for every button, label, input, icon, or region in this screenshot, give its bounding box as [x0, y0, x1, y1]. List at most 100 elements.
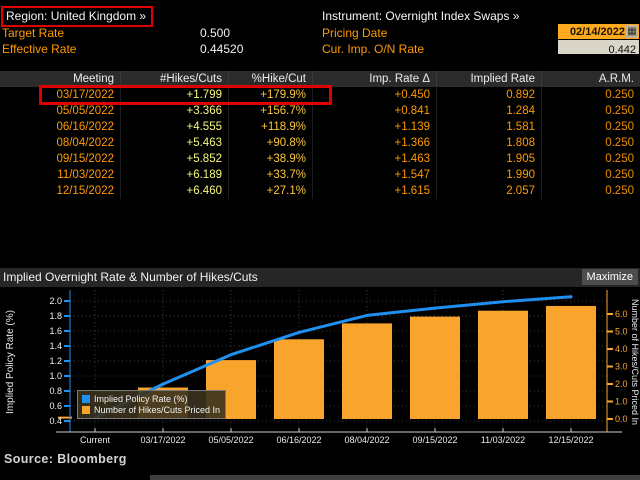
svg-text:2.0: 2.0	[615, 379, 628, 389]
svg-text:0.4: 0.4	[49, 416, 62, 426]
cell: +27.1%	[228, 183, 312, 199]
column-header-4: Implied Rate	[436, 71, 541, 87]
cell: 0.250	[541, 183, 640, 199]
table-row-12/15/2022[interactable]: 12/15/2022 +6.460 +27.1% +1.615 2.057 0.250	[0, 183, 640, 199]
effective-rate-value: 0.44520	[200, 42, 244, 56]
cell: 11/03/2022	[57, 169, 114, 181]
svg-text:05/05/2022: 05/05/2022	[208, 435, 253, 445]
svg-text:03/17/2022: 03/17/2022	[140, 435, 185, 445]
svg-text:Number of Hikes/Cuts Priced In: Number of Hikes/Cuts Priced In	[630, 299, 640, 425]
svg-text:5.0: 5.0	[615, 327, 628, 337]
cell: +1.366	[312, 135, 436, 151]
table-header-row: Meeting #Hikes/Cuts %Hike/Cut Imp. Rate Δ Im…	[0, 71, 640, 87]
cell: 05/05/2022	[56, 105, 114, 117]
cell: 0.250	[541, 103, 640, 119]
legend-swatch	[82, 405, 90, 414]
cell: 2.057	[436, 183, 541, 199]
svg-text:Current: Current	[80, 435, 111, 445]
cell: +1.139	[312, 119, 436, 135]
svg-text:2.0: 2.0	[49, 296, 62, 306]
cell: 0.250	[541, 135, 640, 151]
cell: +90.8%	[228, 135, 312, 151]
cell: +3.366	[120, 103, 228, 119]
cell: +0.841	[312, 103, 436, 119]
column-header-2: %Hike/Cut	[228, 71, 312, 87]
svg-text:6.0: 6.0	[615, 309, 628, 319]
bloomberg-wirp-screen: Region: United Kingdom » Instrument: Ove…	[0, 0, 640, 480]
instrument-selector[interactable]: Instrument: Overnight Index Swaps »	[322, 9, 519, 23]
cell: 03/17/2022	[56, 89, 114, 101]
cur-imp-rate-input[interactable]	[558, 43, 639, 57]
cell: 1.284	[436, 103, 541, 119]
calendar-icon[interactable]: ▦	[626, 25, 638, 38]
column-header-1: #Hikes/Cuts	[120, 71, 228, 87]
svg-text:09/15/2022: 09/15/2022	[412, 435, 457, 445]
cell: 09/15/2022	[56, 153, 114, 165]
table-row-05/05/2022[interactable]: 05/05/2022 +3.366 +156.7% +0.841 1.284 0.250	[0, 103, 640, 119]
svg-text:06/16/2022: 06/16/2022	[276, 435, 321, 445]
cell: +33.7%	[228, 167, 312, 183]
svg-text:1.4: 1.4	[49, 341, 62, 351]
legend-item: Implied Policy Rate (%)	[82, 393, 220, 404]
maximize-button[interactable]: Maximize	[581, 269, 638, 285]
cell: 06/16/2022	[56, 121, 114, 133]
chart-legend: Implied Policy Rate (%) Number of Hikes/C…	[77, 390, 227, 419]
svg-text:4.0: 4.0	[615, 344, 628, 354]
cell: +5.852	[120, 151, 228, 167]
svg-text:1.0: 1.0	[615, 397, 628, 407]
region-selector[interactable]: Region: United Kingdom »	[1, 6, 154, 27]
legend-label: Implied Policy Rate (%)	[94, 393, 188, 404]
table-row-08/04/2022[interactable]: 08/04/2022 +5.463 +90.8% +1.366 1.808 0.250	[0, 135, 640, 151]
table-row-03/17/2022[interactable]: 03/17/2022 +1.799 +179.9% +0.450 0.892 0.250	[0, 87, 640, 103]
cell: +1.615	[312, 183, 436, 199]
pricing-date-input[interactable]	[558, 25, 626, 38]
cur-imp-rate-label: Cur. Imp. O/N Rate	[322, 42, 425, 56]
cell: +5.463	[120, 135, 228, 151]
legend-label: Number of Hikes/Cuts Priced In	[94, 404, 221, 415]
cell: +118.9%	[228, 119, 312, 135]
cell: 08/04/2022	[56, 137, 114, 149]
cell: 1.581	[436, 119, 541, 135]
svg-text:11/03/2022: 11/03/2022	[481, 435, 525, 445]
column-header-0: Meeting	[73, 73, 114, 85]
table-row-11/03/2022[interactable]: 11/03/2022 +6.189 +33.7% +1.547 1.990 0.250	[0, 167, 640, 183]
svg-text:0.6: 0.6	[49, 401, 62, 411]
cell: +1.463	[312, 151, 436, 167]
svg-text:1.0: 1.0	[49, 371, 62, 381]
svg-text:12/15/2022: 12/15/2022	[548, 435, 593, 445]
legend-swatch	[82, 394, 90, 403]
svg-text:0.0: 0.0	[615, 414, 628, 424]
bottom-divider	[150, 475, 640, 480]
cell: 0.250	[541, 151, 640, 167]
cell: +38.9%	[228, 151, 312, 167]
cell: +6.189	[120, 167, 228, 183]
cell: +0.450	[312, 87, 436, 103]
cell: 0.250	[541, 87, 640, 103]
table-row-09/15/2022[interactable]: 09/15/2022 +5.852 +38.9% +1.463 1.905 0.250	[0, 151, 640, 167]
target-rate-label: Target Rate	[2, 26, 65, 40]
source-attribution: Source: Bloomberg	[4, 452, 127, 466]
legend-item: Number of Hikes/Cuts Priced In	[82, 404, 220, 415]
cell: 1.990	[436, 167, 541, 183]
svg-text:08/04/2022: 08/04/2022	[344, 435, 389, 445]
svg-text:1.2: 1.2	[49, 356, 62, 366]
cell: +156.7%	[228, 103, 312, 119]
pricing-date-field[interactable]: ▦	[558, 24, 639, 39]
table-row-06/16/2022[interactable]: 06/16/2022 +4.555 +118.9% +1.139 1.581 0.250	[0, 119, 640, 135]
cell: 0.250	[541, 119, 640, 135]
cell: +179.9%	[228, 87, 312, 103]
cell: 1.905	[436, 151, 541, 167]
column-header-5: A.R.M.	[541, 71, 640, 87]
cell: 1.808	[436, 135, 541, 151]
cell: +6.460	[120, 183, 228, 199]
cell: 0.892	[436, 87, 541, 103]
cell: 0.250	[541, 167, 640, 183]
svg-text:3.0: 3.0	[615, 362, 628, 372]
region-selector-label: Region: United Kingdom »	[6, 9, 147, 23]
cur-imp-rate-field[interactable]	[558, 40, 639, 57]
effective-rate-label: Effective Rate	[2, 42, 77, 56]
column-header-3: Imp. Rate Δ	[312, 71, 436, 87]
svg-text:1.8: 1.8	[49, 311, 62, 321]
cell: +4.555	[120, 119, 228, 135]
svg-text:1.6: 1.6	[49, 326, 62, 336]
